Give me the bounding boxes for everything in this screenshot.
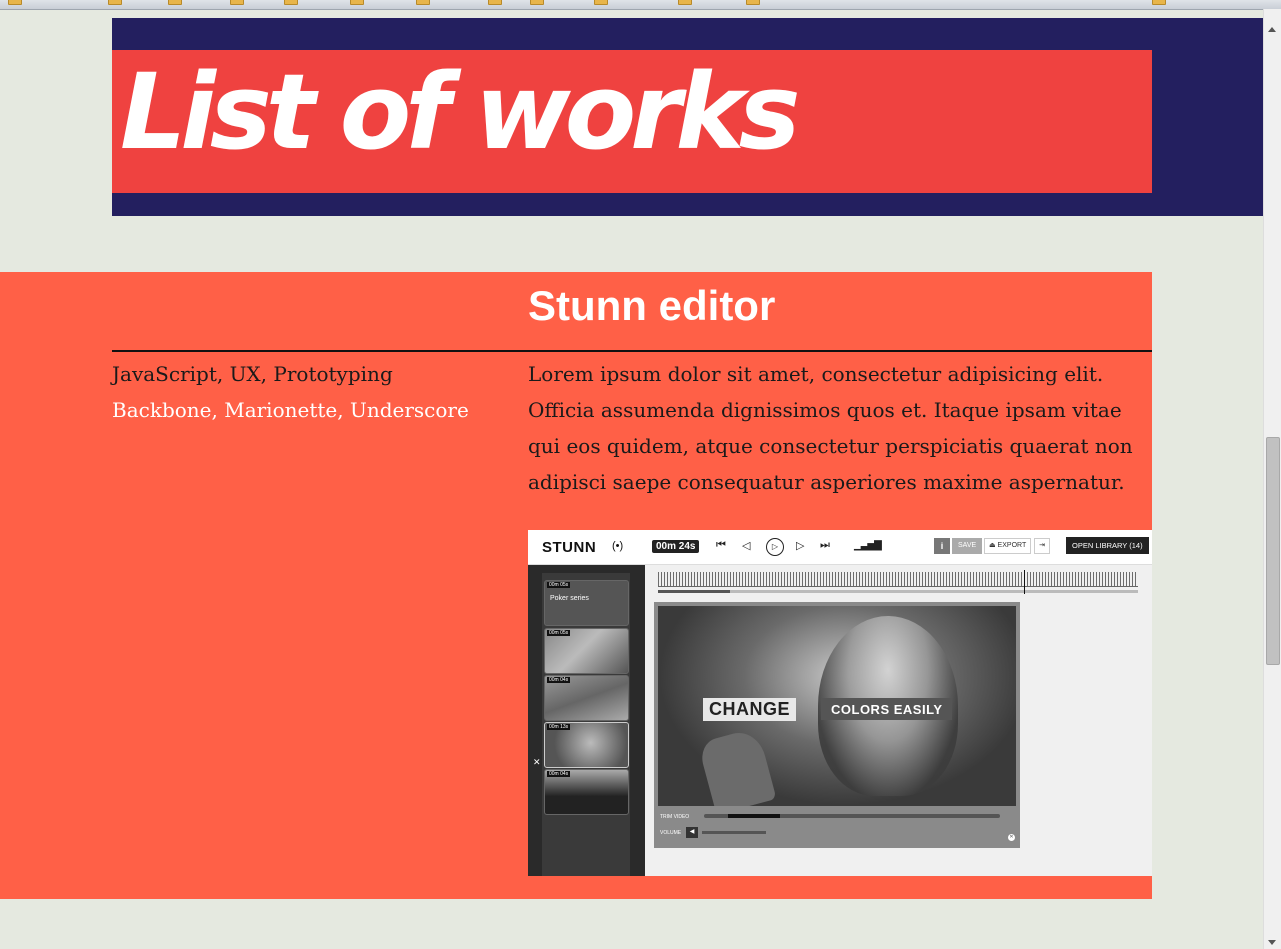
project-description: Lorem ipsum dolor sit amet, consectetur … [528,362,1133,494]
bookmark-folder-icon[interactable] [416,0,430,6]
close-icon: ✕ [533,757,541,767]
bookmark-folder-icon[interactable] [1152,0,1166,6]
clip-thumbnail: 00m 04s [544,675,629,721]
project-tags: JavaScript, UX, Prototyping Backbone, Ma… [112,356,512,428]
bookmark-folder-icon[interactable] [284,0,298,6]
project-title: Stunn editor [528,282,776,329]
project-screenshot: STUNN (•) 00m 24s ⏮ ◁ ▷ ▷ ⏭ ▁▃▅▇ i SAVE … [528,530,1152,876]
bookmark-folder-icon[interactable] [594,0,608,6]
timeline-progress [658,590,730,593]
clip-time: 00m 04s [547,677,571,683]
trim-slider [704,814,1000,818]
bookmark-folder-icon[interactable] [746,0,760,6]
divider [112,350,1152,352]
bookmark-folder-icon[interactable] [8,0,22,6]
duration-badge: 00m 24s [652,540,700,553]
scroll-up-icon[interactable] [1268,27,1276,32]
bookmark-folder-icon[interactable] [530,0,544,6]
info-icon: i [934,538,950,554]
video-rock [697,727,777,806]
page-title: List of works [120,51,801,173]
step-forward-icon: ▷ [796,540,805,552]
vertical-scrollbar[interactable] [1263,9,1281,949]
bookmark-folder-icon[interactable] [108,0,122,6]
clip-thumbnail: 00m 13s [544,722,629,768]
playhead [1024,570,1025,594]
bookmark-folder-icon[interactable] [488,0,502,6]
clip-time: 00m 04s [547,771,571,777]
project-card: Stunn editor JavaScript, UX, Prototyping… [0,272,1152,899]
skip-end-icon: ⏭ [820,539,830,551]
clip-thumbnail: 00m 05s [544,628,629,674]
volume-label: VOLUME [660,830,682,836]
clip-time: 00m 05s [547,582,571,588]
editor-toolbar: STUNN (•) 00m 24s ⏮ ◁ ▷ ▷ ⏭ ▁▃▅▇ i SAVE … [528,530,1152,565]
caption-left: CHANGE [703,698,797,721]
play-icon: ▷ [766,538,784,556]
trim-label: TRIM VIDEO [660,814,690,820]
close-icon: ✕ [1008,834,1015,841]
caption-right: COLORS EASILY [821,698,953,720]
project-skills: JavaScript, UX, Prototyping [112,362,393,386]
trim-range [728,814,780,818]
timeline-track [658,590,1138,593]
clip-time: 00m 05s [547,630,571,636]
bookmark-folder-icon[interactable] [168,0,182,6]
project-libraries: Backbone, Marionette, Underscore [112,398,469,422]
clip-thumbnail: 00m 05s Poker series [544,580,629,626]
volume-icon: ◀ [686,827,698,838]
scroll-down-icon[interactable] [1268,940,1276,945]
export-button: ⏏ EXPORT [984,538,1032,554]
broadcast-icon: (•) [612,540,624,552]
logout-icon: ⇥ [1034,538,1050,554]
video-player: CHANGE COLORS EASILY TRIM VIDEO VOLUME ◀… [654,602,1020,848]
step-back-icon: ◁ [742,540,751,552]
clip-name: Poker series [550,595,589,602]
bookmark-folder-icon[interactable] [230,0,244,6]
audio-waveform [658,572,1138,586]
timeline-baseline [658,586,1138,587]
page-header: List of works [112,18,1264,216]
equalizer-icon: ▁▃▅▇ [854,540,882,551]
volume-slider [702,831,766,834]
open-library-button: OPEN LIBRARY (14) [1066,537,1149,554]
bookmark-folder-icon[interactable] [678,0,692,6]
clip-thumbnail: 00m 04s [544,769,629,815]
bookmark-folder-icon[interactable] [350,0,364,6]
browser-bookmarks-bar [0,0,1281,10]
clip-sidebar: ✕ 00m 05s Poker series 00m 05s 00m 04s 0… [528,565,645,876]
skip-start-icon: ⏮ [716,539,726,551]
video-frame: CHANGE COLORS EASILY [658,606,1016,806]
editor-logo: STUNN [542,539,597,556]
save-button: SAVE [952,538,983,554]
scroll-thumb[interactable] [1266,437,1280,665]
clip-time: 00m 13s [547,724,571,730]
